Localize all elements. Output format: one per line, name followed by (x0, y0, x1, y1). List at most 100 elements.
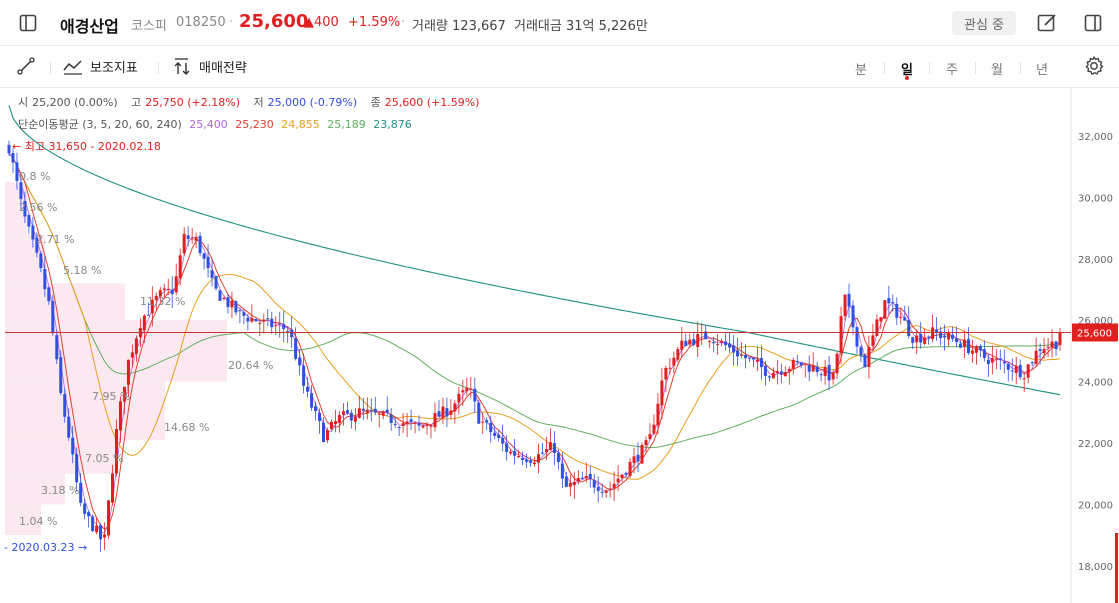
candle-body (799, 362, 803, 366)
candle-body (381, 411, 385, 416)
candle-body (815, 366, 819, 373)
stock-code: 018250 (176, 15, 226, 30)
candle-body (290, 329, 294, 338)
watchlist-button[interactable]: 관심 중 (952, 11, 1016, 35)
candle-body (361, 408, 365, 411)
candle-body (389, 414, 393, 424)
candle-body (592, 480, 596, 488)
candle-body (1042, 349, 1046, 354)
candle-body (377, 413, 381, 415)
candle-body (373, 408, 377, 413)
volume: 거래량 123,667 (412, 15, 506, 34)
candle-body (250, 318, 254, 322)
ma60-value: 25,189 (327, 118, 366, 131)
separator-dot: · (401, 15, 406, 30)
candle-body (401, 423, 405, 426)
candle-body (322, 422, 326, 443)
candle-body (962, 339, 966, 347)
candle-body (843, 294, 847, 317)
candlestick-chart[interactable]: 32,00030,00028,00026,00024,00022,00020,0… (0, 88, 1119, 603)
candle-body (740, 354, 744, 356)
candle-body (636, 454, 640, 462)
candle-body (982, 349, 986, 358)
chart-toolbar: 보조지표 매매전략 분 일 주 월 년 (0, 46, 1119, 88)
ma5-value: 25,230 (235, 118, 274, 131)
candle-body (931, 327, 935, 340)
candle-body (513, 451, 517, 456)
candle-body (489, 422, 493, 433)
period-tab-month[interactable]: 월 (987, 59, 1007, 78)
candle-body (43, 268, 47, 290)
candle-body (282, 324, 286, 329)
candle-body (568, 483, 572, 487)
candle-body (779, 371, 783, 375)
candle-body (230, 300, 234, 308)
candle-body (405, 421, 409, 424)
panel-toggle-icon[interactable] (1081, 11, 1105, 35)
candle-body (286, 330, 290, 332)
trading-strategy-button[interactable]: 매매전략 (171, 57, 247, 76)
candle-body (911, 337, 915, 343)
candle-body (732, 345, 736, 353)
candle-body (915, 335, 919, 343)
candle-body (604, 490, 608, 493)
candle-body (943, 335, 947, 338)
amount-label: 거래대금 (514, 19, 562, 34)
current-price: 25,600 (239, 11, 309, 32)
candle-body (425, 424, 429, 426)
close-label: 종 (370, 96, 381, 109)
candle-body (708, 340, 712, 342)
candle-body (811, 365, 815, 372)
candle-body (791, 359, 795, 369)
candle-body (624, 473, 628, 475)
candle-body (544, 449, 548, 453)
candle-body (79, 482, 83, 503)
candle-body (951, 334, 955, 339)
candle-body (974, 346, 978, 353)
drawing-tool-icon[interactable] (16, 56, 36, 76)
candle-body (453, 403, 457, 412)
candle-body (170, 289, 174, 295)
candle-body (393, 423, 397, 425)
indicator-button[interactable]: 보조지표 (62, 57, 138, 76)
candle-body (485, 420, 489, 423)
candle-body (688, 339, 692, 345)
y-tick-label: 18,000 (1078, 562, 1113, 573)
candle-body (31, 225, 35, 240)
sidebar-toggle-icon[interactable] (16, 11, 40, 35)
candle-body (1022, 378, 1026, 380)
volume-profile-label: 2.56 % (19, 201, 57, 214)
candle-body (254, 318, 258, 322)
candle-body (274, 325, 278, 327)
candle-body (859, 347, 863, 356)
candle-body (1006, 363, 1010, 370)
candle-body (891, 302, 895, 304)
stock-header: 애경산업 코스피 018250 · 25,600 ▲400 +1.59% · 거… (0, 0, 1119, 46)
candle-body (294, 338, 298, 360)
amount-value: 31억 5,226만 (565, 19, 648, 34)
candle-body (755, 359, 759, 362)
y-tick-label: 22,000 (1078, 439, 1113, 450)
period-tab-year[interactable]: 년 (1032, 59, 1052, 78)
candle-body (521, 458, 525, 460)
edit-icon[interactable] (1035, 11, 1059, 35)
period-tab-minute[interactable]: 분 (851, 59, 871, 78)
volume-profile-label: 7.95 % (92, 390, 130, 403)
candle-body (863, 355, 867, 368)
settings-gear-icon[interactable] (1083, 55, 1105, 77)
candle-body (445, 408, 449, 417)
candle-body (572, 481, 576, 486)
candle-body (369, 410, 373, 412)
candle-body (142, 315, 146, 331)
period-tab-week[interactable]: 주 (942, 59, 962, 78)
candle-body (871, 335, 875, 346)
candle-body (564, 476, 568, 487)
candle-body (823, 367, 827, 377)
candle-body (724, 341, 728, 346)
candle-body (955, 338, 959, 343)
candle-body (986, 359, 990, 365)
candle-body (680, 340, 684, 350)
candle-body (87, 512, 91, 517)
candle-body (684, 340, 688, 347)
candle-body (497, 434, 501, 438)
